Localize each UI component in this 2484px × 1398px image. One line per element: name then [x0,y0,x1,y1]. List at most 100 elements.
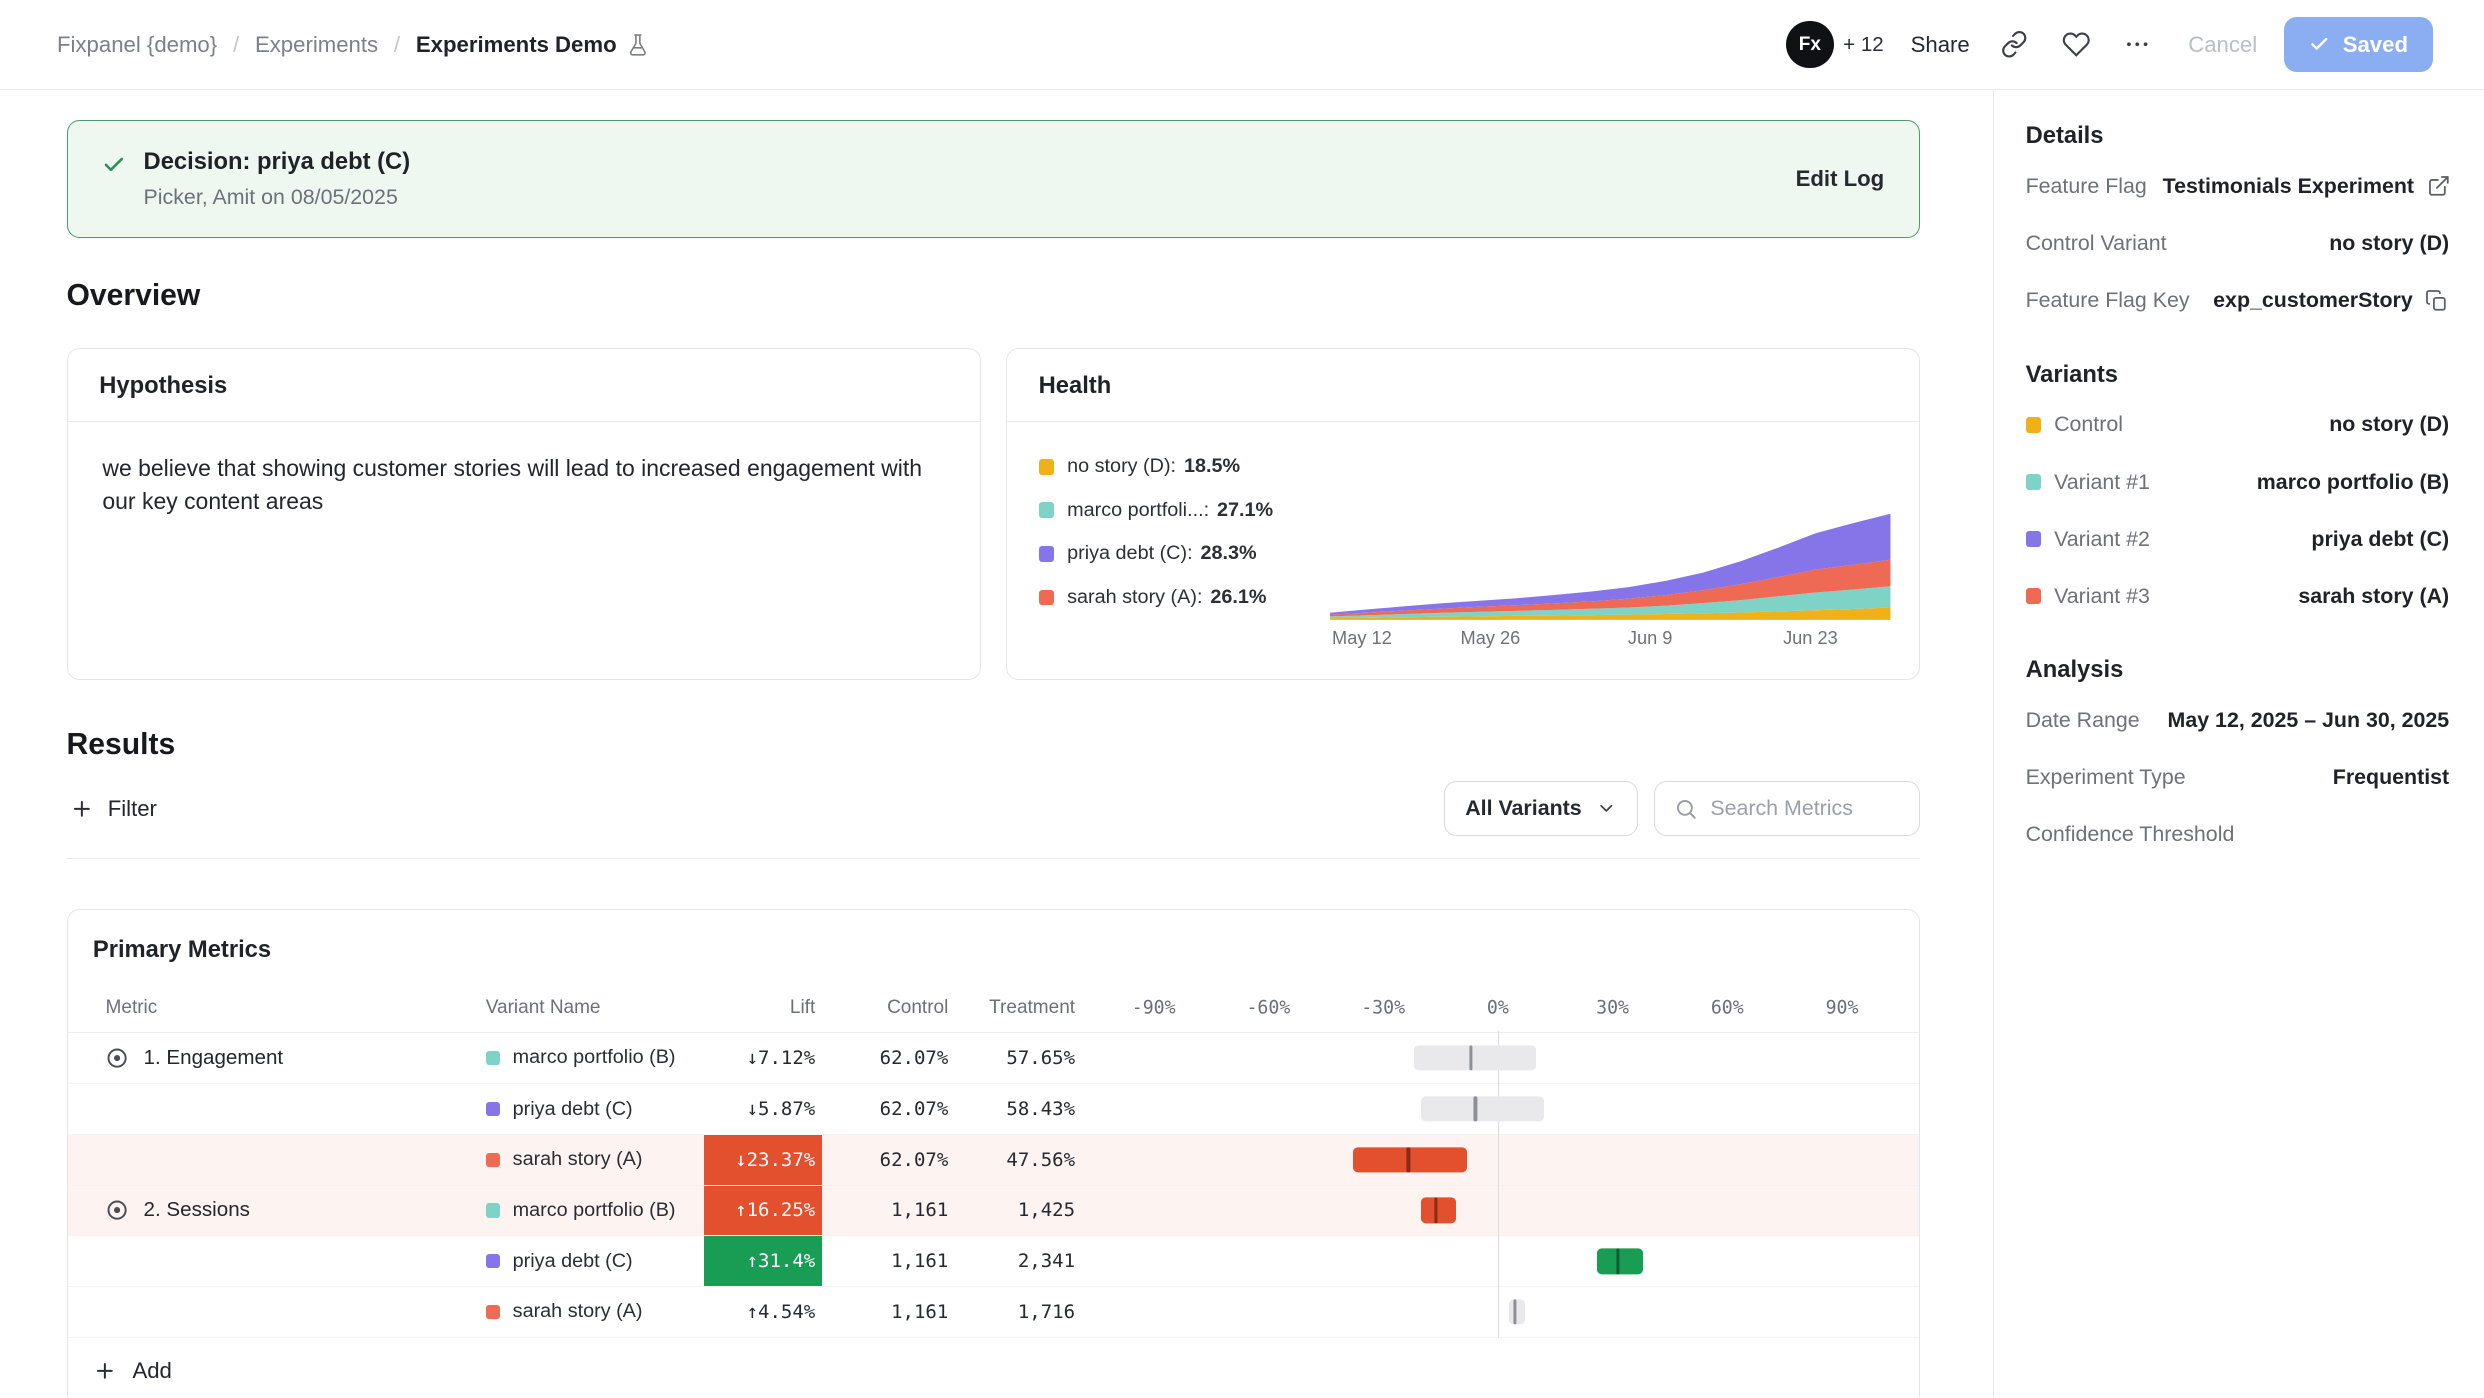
favorite-heart-icon[interactable] [2058,27,2093,62]
main-panel: Decision: priya debt (C) Picker, Amit on… [0,90,1993,1397]
avatar[interactable]: Fx [1786,21,1834,69]
metric-name: 1. Engagement [144,1046,284,1070]
legend-item[interactable]: marco portfoli...:27.1% [1039,499,1315,522]
column-header-treatment: Treatment [948,997,1075,1019]
hypothesis-card: Hypothesis we believe that showing custo… [67,348,981,681]
metric-table-row[interactable]: 2. Sessionsmarco portfolio (B)↑16.25%1,1… [68,1185,1920,1236]
lift-value: ↑31.4% [704,1236,821,1286]
variants-dropdown[interactable]: All Variants [1444,781,1638,836]
details-list: Feature FlagTestimonials ExperimentContr… [2026,158,2450,329]
detail-row: Feature Flag Keyexp_customerStory [2026,272,2450,329]
detail-value: Testimonials Experiment [2163,174,2414,199]
more-options-icon[interactable] [2120,27,2155,62]
results-heading: Results [67,728,1921,762]
treatment-value: 2,341 [948,1250,1075,1272]
topbar: Fixpanel {demo}/Experiments/Experiments … [0,0,2484,90]
treatment-value: 47.56% [948,1149,1075,1171]
confidence-interval-bar [1421,1096,1543,1121]
overview-heading: Overview [67,279,1921,313]
lift-value: ↓23.37% [704,1135,821,1185]
metric-table-row[interactable]: sarah story (A) ↓23.37%62.07%47.56% [68,1134,1920,1185]
primary-metrics-card: Primary Metrics Metric Variant Name Lift… [67,909,1921,1398]
detail-value-wrap: Testimonials Experiment [2163,174,2451,199]
breadcrumb-item[interactable]: Experiments Demo [416,32,650,58]
variant-cell: priya debt (C) [486,1250,705,1273]
legend-label: no story (D): [1067,455,1176,478]
variant-swatch [2026,588,2042,604]
x-axis-tick: May 26 [1461,628,1521,649]
add-filter-button[interactable]: Filter [67,786,161,831]
analysis-value: May 12, 2025 – Jun 30, 2025 [2168,708,2450,733]
control-value: 62.07% [822,1047,949,1069]
variant-label: Control [2054,412,2123,437]
analysis-value: Frequentist [2333,765,2449,790]
confidence-interval-plot [1102,1084,1894,1134]
topbar-actions: Fx + 12 Share Cancel Saved [1786,17,2433,72]
content: Decision: priya debt (C) Picker, Amit on… [0,90,2484,1397]
add-metric-row: Add [68,1337,1920,1398]
decision-subtitle: Picker, Amit on 08/05/2025 [144,185,411,210]
overview-cards: Hypothesis we believe that showing custo… [67,348,1921,681]
lift-point-marker [1469,1045,1472,1070]
copy-link-icon[interactable] [1997,27,2032,62]
search-metrics-input[interactable] [1710,796,1900,821]
analysis-row: Experiment Type Frequentist [2026,749,2450,806]
variant-row: Controlno story (D) [2026,396,2450,453]
legend-item[interactable]: sarah story (A):26.1% [1039,586,1315,609]
legend-item[interactable]: priya debt (C):28.3% [1039,542,1315,565]
treatment-value: 1,425 [948,1199,1075,1221]
variant-name: sarah story (A) [513,1300,643,1323]
metric-table-row[interactable]: 1. Engagementmarco portfolio (B)↓7.12%62… [68,1033,1920,1084]
primary-metrics-title: Primary Metrics [68,910,1920,986]
legend-swatch [1039,459,1055,475]
chevron-down-icon [1596,798,1617,819]
lift-value: ↓7.12% [704,1033,821,1084]
saved-button[interactable]: Saved [2284,17,2433,72]
health-card: Health no story (D):18.5%marco portfoli.… [1006,348,1920,681]
metric-table-row[interactable]: priya debt (C)↑31.4%1,1612,341 [68,1235,1920,1286]
external-link-icon[interactable] [2427,174,2451,198]
variant-row-label: Control [2026,412,2123,437]
analysis-label: Experiment Type [2026,765,2186,790]
cancel-button[interactable]: Cancel [2188,32,2257,58]
check-icon [2309,34,2330,55]
variant-row-label: Variant #3 [2026,584,2150,609]
confidence-interval-plot [1102,1186,1894,1236]
metrics-table-body: 1. Engagementmarco portfolio (B)↓7.12%62… [68,1033,1920,1337]
control-value: 62.07% [822,1149,949,1171]
legend-item[interactable]: no story (D):18.5% [1039,455,1315,478]
stacked-area-chart [1330,509,1890,620]
share-button[interactable]: Share [1911,32,1970,58]
column-header-control: Control [822,997,949,1019]
results-toolbar: Filter All Variants [67,781,1921,836]
metric-table-row[interactable]: priya debt (C)↓5.87%62.07%58.43% [68,1083,1920,1134]
metric-table-row[interactable]: sarah story (A)↑4.54%1,1611,716 [68,1286,1920,1337]
detail-label: Control Variant [2026,231,2167,256]
metric-name: 2. Sessions [144,1198,250,1222]
variant-name: sarah story (A) [513,1148,643,1171]
collaborator-count[interactable]: + 12 [1843,33,1884,57]
health-x-axis: May 12May 26Jun 9Jun 23 [1330,628,1890,653]
copy-icon[interactable] [2425,289,2449,313]
detail-value-wrap: exp_customerStory [2213,288,2449,313]
lift-axis-tick: 60% [1711,998,1744,1019]
variants-list: Controlno story (D)Variant #1marco portf… [2026,396,2450,624]
plus-icon [70,797,94,821]
results-divider [67,858,1921,859]
lift-axis-tick: 90% [1826,998,1859,1019]
hypothesis-title: Hypothesis [99,372,948,400]
edit-log-button[interactable]: Edit Log [1796,166,1885,192]
column-header-metric: Metric [93,997,486,1019]
variants-dropdown-label: All Variants [1465,796,1581,821]
details-section: Details Feature FlagTestimonials Experim… [2026,122,2450,329]
decision-title: Decision: priya debt (C) [144,148,411,176]
saved-label: Saved [2343,32,2408,58]
breadcrumb-item[interactable]: Fixpanel {demo} [57,32,217,58]
add-metric-button[interactable]: Add [93,1358,172,1384]
lift-value: ↑16.25% [704,1186,821,1236]
treatment-value: 1,716 [948,1301,1075,1323]
variant-label: Variant #3 [2054,584,2150,609]
lift-axis-tick: 30% [1596,998,1629,1019]
breadcrumb-item-label: Fixpanel {demo} [57,32,217,58]
breadcrumb-item[interactable]: Experiments [255,32,378,58]
